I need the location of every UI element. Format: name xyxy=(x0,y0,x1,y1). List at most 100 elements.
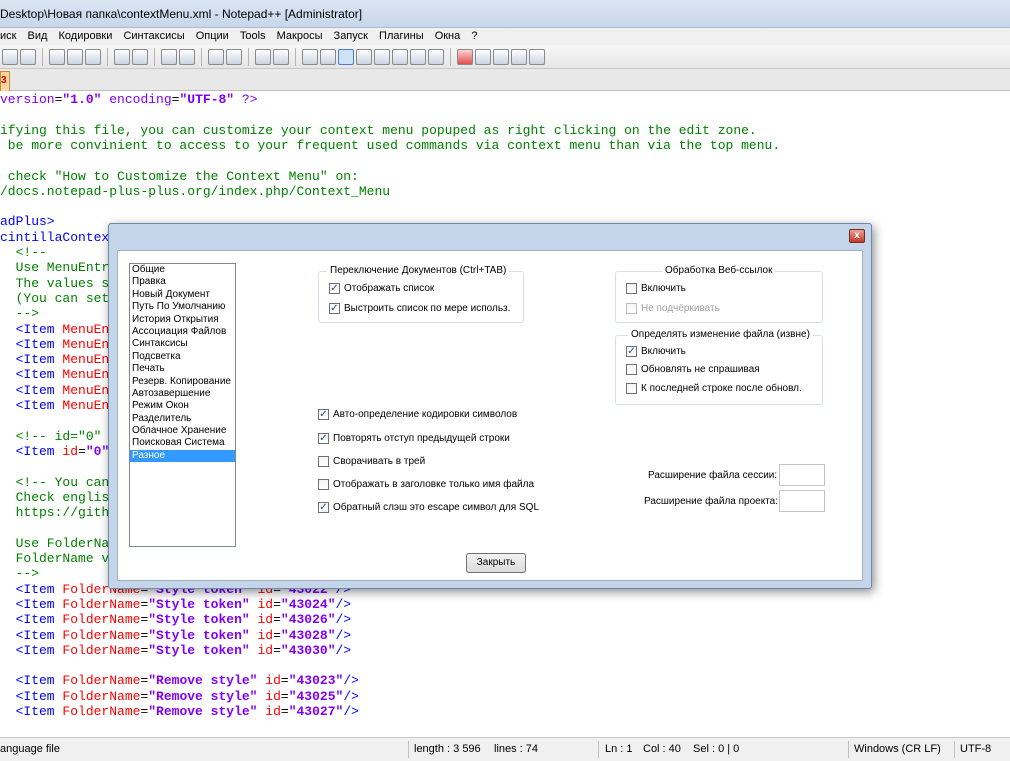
menu-tools[interactable]: Tools xyxy=(236,28,270,45)
record-macro-icon[interactable] xyxy=(457,48,473,65)
update-silently-checkbox[interactable]: Обновлять не спрашивая xyxy=(626,364,760,375)
close-icon[interactable]: x xyxy=(849,229,865,243)
file-change-enable-label: Включить xyxy=(641,346,686,357)
category-item[interactable]: Разделитель xyxy=(130,413,235,425)
code-token: FolderName xyxy=(62,704,141,719)
status-sel: Sel : 0 | 0 xyxy=(693,743,740,755)
category-item[interactable]: Правка xyxy=(130,276,235,288)
category-item[interactable]: Резерв. Копирование xyxy=(130,376,235,388)
code-token: "Remove style" xyxy=(148,704,258,719)
code-line: <Item id="0"/> xyxy=(0,444,125,459)
scroll-to-last-label: К последней строке после обновл. xyxy=(641,383,802,394)
word-wrap-icon[interactable] xyxy=(302,48,318,65)
code-token: --> xyxy=(0,566,40,582)
category-list[interactable]: Общие Правка Новый Документ Путь По Умолчан… xyxy=(129,263,236,547)
show-list-checkbox[interactable]: ✓ Отображать список xyxy=(329,283,434,294)
file-change-enable-checkbox[interactable]: ✓ Включить xyxy=(626,346,686,357)
category-item[interactable]: Путь По Умолчанию xyxy=(130,301,235,313)
menu-plugins[interactable]: Плагины xyxy=(375,28,428,45)
run-macro-multiple-icon[interactable] xyxy=(511,48,527,65)
maintain-indent-checkbox[interactable]: ✓ Повторять отступ предыдущей строки xyxy=(318,433,510,444)
minimize-to-tray-checkbox[interactable]: Сворачивать в трей xyxy=(318,456,425,467)
category-item[interactable]: Режим Окон xyxy=(130,400,235,412)
code-token: adPlus> xyxy=(0,214,55,230)
menu-macro[interactable]: Макросы xyxy=(273,28,327,45)
update-silently-label: Обновлять не спрашивая xyxy=(641,364,760,375)
zoom-in-icon[interactable] xyxy=(208,48,224,65)
tab-document[interactable]: 3 xyxy=(0,71,10,91)
project-ext-input[interactable] xyxy=(779,490,825,512)
toolbar-separator xyxy=(248,47,249,66)
session-ext-input[interactable] xyxy=(779,464,825,486)
menu-search[interactable]: иск xyxy=(0,28,20,45)
backslash-escape-checkbox[interactable]: ✓ Обратный слэш это escape символ для SQ… xyxy=(318,502,539,513)
menu-run[interactable]: Запуск xyxy=(330,28,372,45)
sync-vertical-icon[interactable] xyxy=(255,48,271,65)
monitoring-icon[interactable] xyxy=(428,48,444,65)
undo-icon[interactable] xyxy=(114,48,130,65)
user-language-icon[interactable] xyxy=(356,48,372,65)
web-links-enable-checkbox[interactable]: Включить xyxy=(626,283,686,294)
doc-switch-title: Переключение Документов (Ctrl+TAB) xyxy=(327,265,510,276)
code-line: <Item FolderName="Style token" id="43026… xyxy=(0,612,352,627)
show-list-label: Отображать список xyxy=(344,283,435,294)
toolbar-separator xyxy=(107,47,108,66)
status-bar: anguage file length : 3 596 lines : 74 L… xyxy=(0,737,1010,761)
no-underline-checkbox[interactable]: Не подчёркивать xyxy=(626,303,720,314)
code-line: <Item FolderName="Style token" id="43024… xyxy=(0,596,352,612)
menu-window[interactable]: Окна xyxy=(431,28,465,45)
indent-guide-icon[interactable] xyxy=(338,48,354,65)
order-by-use-label: Выстроить список по мере использ. xyxy=(344,303,511,314)
file-change-title: Определять изменение файла (извне) xyxy=(628,329,813,340)
play-macro-icon[interactable] xyxy=(493,48,509,65)
stop-macro-icon[interactable] xyxy=(475,48,491,65)
scroll-to-last-checkbox[interactable]: К последней строке после обновл. xyxy=(626,383,802,394)
order-by-use-checkbox[interactable]: ✓ Выстроить список по мере использ. xyxy=(329,303,510,314)
category-item[interactable]: История Открытия xyxy=(130,314,235,326)
toolbar-separator xyxy=(450,47,451,66)
menu-encoding[interactable]: Кодировки xyxy=(55,28,117,45)
close-button[interactable]: Закрыть xyxy=(466,553,526,573)
category-item[interactable]: Разное xyxy=(130,449,235,463)
auto-detect-encoding-checkbox[interactable]: ✓ Авто-определение кодировки символов xyxy=(318,409,517,420)
cut-icon[interactable] xyxy=(49,48,65,65)
show-only-filename-checkbox[interactable]: Отображать в заголовке только имя файла xyxy=(318,479,534,490)
category-item[interactable]: Печать xyxy=(130,363,235,375)
category-item[interactable]: Подсветка xyxy=(130,351,235,363)
replace-icon[interactable] xyxy=(179,48,195,65)
folder-workspace-icon[interactable] xyxy=(410,48,426,65)
redo-icon[interactable] xyxy=(132,48,148,65)
code-line: --> xyxy=(0,306,39,321)
code-token: ?> xyxy=(241,92,258,107)
find-icon[interactable] xyxy=(161,48,177,65)
category-item[interactable]: Новый Документ xyxy=(130,289,235,301)
code-line: --> xyxy=(0,566,39,581)
menu-language[interactable]: Синтаксисы xyxy=(119,28,188,45)
checkbox-box xyxy=(626,283,637,294)
print-icon[interactable] xyxy=(20,48,36,65)
zoom-out-icon[interactable] xyxy=(226,48,242,65)
menu-settings[interactable]: Опции xyxy=(192,28,233,45)
sync-horizontal-icon[interactable] xyxy=(273,48,289,65)
category-item[interactable]: Общие xyxy=(130,264,235,276)
paste-icon[interactable] xyxy=(85,48,101,65)
status-lines: lines : 74 xyxy=(494,743,539,755)
code-token: <!-- xyxy=(0,245,47,260)
category-item[interactable]: Ассоциация Файлов xyxy=(130,326,235,338)
category-item[interactable]: Синтаксисы xyxy=(130,338,235,350)
copy-icon[interactable] xyxy=(67,48,83,65)
menu-view[interactable]: Вид xyxy=(24,28,52,45)
category-item[interactable]: Поисковая Система xyxy=(130,437,235,449)
code-line: check "How to Customize the Context Menu… xyxy=(0,169,359,184)
code-token: FolderName xyxy=(62,596,141,612)
function-list-icon[interactable] xyxy=(392,48,408,65)
show-all-chars-icon[interactable] xyxy=(320,48,336,65)
menu-help[interactable]: ? xyxy=(467,28,481,45)
save-macro-icon[interactable] xyxy=(529,48,545,65)
category-item[interactable]: Автозавершение xyxy=(130,388,235,400)
doc-map-icon[interactable] xyxy=(374,48,390,65)
category-item[interactable]: Облачное Хранение xyxy=(130,425,235,437)
tab-label: 3 xyxy=(1,75,7,86)
close-all-icon[interactable] xyxy=(2,48,18,65)
code-line: <!-- xyxy=(0,245,47,260)
